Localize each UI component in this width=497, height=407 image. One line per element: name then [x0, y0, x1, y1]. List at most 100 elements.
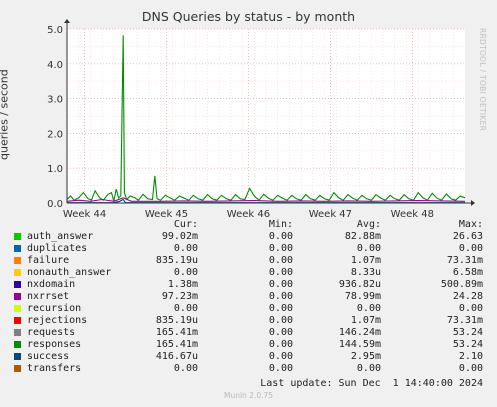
legend-cur: 835.19u	[155, 255, 198, 266]
legend-swatch	[14, 245, 21, 252]
legend-name: success	[27, 351, 70, 362]
legend-cur: 1.38m	[167, 279, 198, 290]
legend-row-recursion: recursion 0.00 0.00 0.00 0.00	[0, 303, 497, 315]
legend-row-rejections: rejections 835.19u 0.00 1.07m 73.31m	[0, 315, 497, 327]
y-tick-label: 1.0	[47, 164, 63, 175]
legend-min: 0.00	[268, 279, 293, 290]
legend-max: 0.00	[458, 363, 483, 374]
legend-min: 0.00	[268, 255, 293, 266]
legend-cur: 835.19u	[155, 315, 198, 326]
legend-min: 0.00	[268, 291, 293, 302]
legend-max: 24.28	[452, 291, 483, 302]
legend-cur: 165.41m	[155, 327, 198, 338]
legend-max: 2.10	[458, 351, 483, 362]
legend-name: failure	[27, 255, 70, 266]
legend-min: 0.00	[268, 231, 293, 242]
legend-name: duplicates	[27, 243, 88, 254]
legend-swatch	[14, 365, 21, 372]
legend-swatch	[14, 257, 21, 264]
munin-graph: DNS Queries by status - by month queries…	[0, 0, 497, 407]
legend-max: 0.00	[458, 243, 483, 254]
y-tick-label: 0.0	[47, 199, 63, 210]
munin-version: Munin 2.0.75	[223, 391, 274, 400]
legend-cur: 97.23m	[161, 291, 198, 302]
legend-name: nxdomain	[27, 279, 76, 290]
legend-cur: 165.41m	[155, 339, 198, 350]
legend-swatch	[14, 341, 21, 348]
legend-avg: 0.00	[356, 303, 381, 314]
legend-avg: 146.24m	[338, 327, 381, 338]
legend-avg: 144.59m	[338, 339, 381, 350]
legend-swatch	[14, 293, 21, 300]
legend-row-success: success 416.67u 0.00 2.95m 2.10	[0, 351, 497, 363]
legend-swatch	[14, 305, 21, 312]
legend-cur: 416.67u	[155, 351, 198, 362]
y-axis-arrow	[64, 19, 70, 23]
legend: Cur: Min: Avg: Max: auth_answer 99.02m 0.0…	[0, 219, 497, 375]
legend-name: requests	[27, 327, 76, 338]
legend-swatch	[14, 317, 21, 324]
x-axis-arrow	[471, 200, 475, 206]
legend-header-avg: Avg:	[356, 219, 381, 230]
legend-min: 0.00	[268, 267, 293, 278]
legend-min: 0.00	[268, 339, 293, 350]
legend-row-duplicates: duplicates 0.00 0.00 0.00 0.00	[0, 243, 497, 255]
y-tick-label: 3.0	[47, 95, 63, 106]
legend-name: transfers	[27, 363, 82, 374]
legend-name: auth_answer	[27, 231, 94, 242]
legend-swatch	[14, 269, 21, 276]
legend-row-nxdomain: nxdomain 1.38m 0.00 936.82u 500.89m	[0, 279, 497, 291]
y-tick-label: 4.0	[47, 60, 63, 71]
legend-row-requests: requests 165.41m 0.00 146.24m 53.24	[0, 327, 497, 339]
legend-swatch	[14, 233, 21, 240]
legend-avg: 1.07m	[350, 255, 381, 266]
legend-max: 26.63	[452, 231, 483, 242]
legend-row-nxrrset: nxrrset 97.23m 0.00 78.99m 24.28	[0, 291, 497, 303]
legend-min: 0.00	[268, 243, 293, 254]
legend-swatch	[14, 281, 21, 288]
legend-cur: 0.00	[173, 243, 198, 254]
legend-cur: 0.00	[173, 267, 198, 278]
legend-max: 6.58m	[452, 267, 483, 278]
legend-cur: 99.02m	[161, 231, 198, 242]
legend-row-nonauth_answer: nonauth_answer 0.00 0.00 8.33u 6.58m	[0, 267, 497, 279]
legend-cur: 0.00	[173, 303, 198, 314]
legend-row-auth_answer: auth_answer 99.02m 0.00 82.88m 26.63	[0, 231, 497, 243]
legend-avg: 0.00	[356, 243, 381, 254]
legend-name: responses	[27, 339, 82, 350]
legend-row-responses: responses 165.41m 0.00 144.59m 53.24	[0, 339, 497, 351]
legend-header-min: Min:	[268, 219, 293, 230]
legend-max: 500.89m	[440, 279, 483, 290]
legend-row-failure: failure 835.19u 0.00 1.07m 73.31m	[0, 255, 497, 267]
legend-avg: 82.88m	[344, 231, 381, 242]
legend-max: 53.24	[452, 339, 483, 350]
legend-cur: 0.00	[173, 363, 198, 374]
legend-swatch	[14, 329, 21, 336]
y-tick-label: 2.0	[47, 129, 63, 140]
legend-max: 73.31m	[446, 315, 483, 326]
last-update: Last update: Sun Dec 1 14:40:00 2024	[260, 378, 483, 389]
legend-swatch	[14, 353, 21, 360]
legend-name: recursion	[27, 303, 82, 314]
legend-min: 0.00	[268, 315, 293, 326]
legend-max: 73.31m	[446, 255, 483, 266]
legend-name: rejections	[27, 315, 88, 326]
legend-name: nxrrset	[27, 291, 70, 302]
legend-min: 0.00	[268, 351, 293, 362]
legend-name: nonauth_answer	[27, 267, 112, 278]
y-tick-label: 5.0	[47, 25, 63, 36]
legend-row-transfers: transfers 0.00 0.00 0.00 0.00	[0, 363, 497, 375]
legend-avg: 78.99m	[344, 291, 381, 302]
legend-header: Cur: Min: Avg: Max:	[0, 219, 497, 231]
legend-avg: 8.33u	[350, 267, 381, 278]
legend-min: 0.00	[268, 327, 293, 338]
legend-min: 0.00	[268, 363, 293, 374]
legend-max: 53.24	[452, 327, 483, 338]
legend-avg: 0.00	[356, 363, 381, 374]
legend-avg: 2.95m	[350, 351, 381, 362]
legend-avg: 936.82u	[338, 279, 381, 290]
legend-header-cur: Cur:	[173, 219, 198, 230]
legend-max: 0.00	[458, 303, 483, 314]
legend-avg: 1.07m	[350, 315, 381, 326]
legend-header-max: Max:	[458, 219, 483, 230]
